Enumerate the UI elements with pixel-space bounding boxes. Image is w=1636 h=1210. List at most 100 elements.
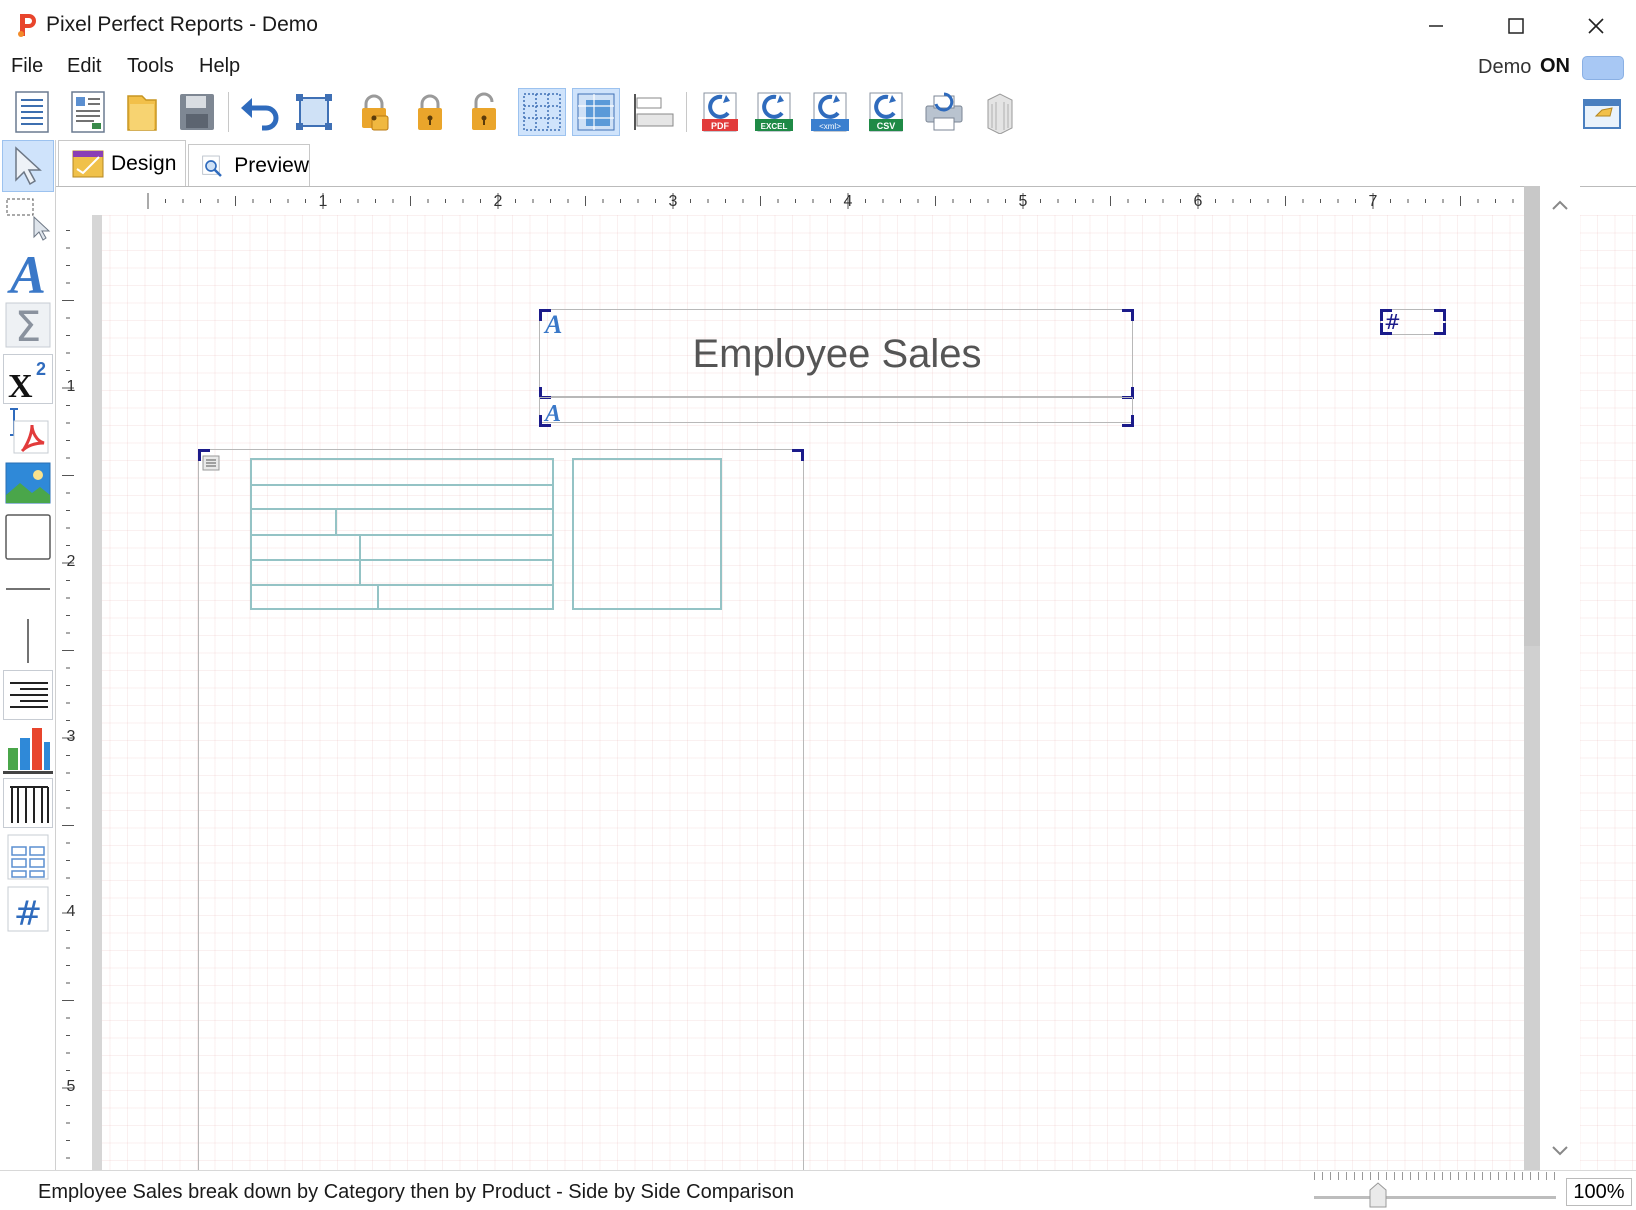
- rectangle-icon: [5, 514, 51, 560]
- demo-toggle[interactable]: [1582, 56, 1624, 80]
- ruler-v-label: 4: [67, 903, 76, 920]
- resize-icon: [296, 94, 332, 130]
- svg-text:X: X: [8, 368, 33, 403]
- lock-button[interactable]: [406, 88, 454, 136]
- report-subtitle-element[interactable]: [539, 397, 1133, 423]
- toolbar: PDF EXCEL <xml> CSV: [0, 84, 1636, 140]
- report-title: Employee Sales: [692, 332, 982, 376]
- svg-text:#: #: [1384, 311, 1401, 333]
- design-surface: 1 2 3 4 5 6 7 8 1 2 3 4 5 Employee Sales…: [56, 186, 1636, 1171]
- tab-preview-label: Preview: [234, 153, 309, 177]
- svg-text:CSV: CSV: [877, 121, 896, 131]
- new-report-icon: [15, 91, 49, 133]
- new-report-button[interactable]: [8, 88, 56, 136]
- pdf-tool[interactable]: [3, 406, 53, 456]
- zoom-slider[interactable]: [1314, 1196, 1556, 1199]
- save-button[interactable]: [172, 88, 220, 136]
- settings-button[interactable]: [1576, 88, 1628, 136]
- export-xml-icon: <xml>: [811, 92, 849, 132]
- report-properties-button[interactable]: [64, 88, 112, 136]
- svg-text:A: A: [543, 401, 561, 423]
- chart-tool[interactable]: [3, 724, 53, 774]
- ruler-h-label: 1: [319, 193, 328, 210]
- stack-button[interactable]: [976, 88, 1024, 136]
- ruler-h-label: 4: [844, 193, 853, 210]
- tab-preview[interactable]: Preview: [188, 144, 310, 186]
- export-xml-button[interactable]: <xml>: [806, 88, 854, 136]
- print-button[interactable]: [920, 88, 968, 136]
- tab-design[interactable]: Design: [58, 140, 186, 186]
- ruler-h-label: 6: [1194, 193, 1203, 210]
- svg-text:PDF: PDF: [711, 121, 730, 131]
- export-pdf-icon: PDF: [702, 92, 738, 132]
- maximize-icon: [1508, 18, 1524, 34]
- view-tabs: Design Preview: [56, 140, 1636, 186]
- menu-file[interactable]: File: [11, 55, 43, 78]
- menu-edit[interactable]: Edit: [67, 55, 101, 78]
- paragraph-icon: [10, 682, 48, 708]
- grid-table-tool[interactable]: [3, 832, 53, 882]
- grid-table-icon: [7, 834, 49, 880]
- comparison-grid[interactable]: [572, 458, 722, 610]
- vertical-line-tool[interactable]: [3, 616, 53, 666]
- magnifier-icon: [202, 155, 222, 177]
- superscript-icon: X2: [8, 359, 46, 403]
- undo-button[interactable]: [236, 88, 284, 136]
- scroll-down-icon[interactable]: [1550, 1144, 1570, 1158]
- container-icon: [202, 455, 220, 471]
- snap-grid-toggle[interactable]: [572, 88, 620, 136]
- report-title-element[interactable]: Employee Sales: [539, 309, 1133, 397]
- chart-icon: [8, 727, 50, 770]
- export-pdf-button[interactable]: PDF: [696, 88, 744, 136]
- rectangle-tool[interactable]: [3, 512, 53, 562]
- maximize-button[interactable]: [1476, 0, 1556, 52]
- resize-button[interactable]: [290, 88, 338, 136]
- vertical-line-icon: [27, 619, 29, 663]
- align-button[interactable]: [630, 88, 678, 136]
- horizontal-line-icon: [6, 588, 50, 590]
- demo-state: ON: [1540, 55, 1570, 77]
- page-number-marker-icon: #: [1384, 311, 1401, 333]
- export-csv-button[interactable]: CSV: [862, 88, 910, 136]
- svg-text:EXCEL: EXCEL: [761, 122, 788, 131]
- ruler-v-label: 3: [67, 728, 76, 745]
- menu-help[interactable]: Help: [199, 55, 240, 78]
- app-logo-icon: [18, 14, 36, 37]
- close-button[interactable]: [1556, 0, 1636, 52]
- export-excel-button[interactable]: EXCEL: [750, 88, 798, 136]
- unlock-button[interactable]: [460, 88, 508, 136]
- paragraph-tool[interactable]: [3, 670, 53, 720]
- sum-icon: Σ: [5, 302, 51, 349]
- superscript-tool[interactable]: X2: [3, 354, 53, 404]
- open-folder-icon: [127, 95, 157, 131]
- table-tool[interactable]: [3, 778, 53, 828]
- show-grid-toggle[interactable]: [518, 88, 566, 136]
- zoom-slider-thumb[interactable]: [1368, 1182, 1388, 1208]
- lock-all-icon: [362, 94, 389, 131]
- menu-tools[interactable]: Tools: [127, 55, 174, 78]
- toolbox: A Σ X2 #: [0, 140, 56, 1170]
- table-icon: [10, 786, 49, 823]
- ruler-h-label: 5: [1019, 193, 1028, 210]
- report-canvas[interactable]: Employee Sales A A #: [92, 215, 1636, 1171]
- image-tool[interactable]: [3, 458, 53, 508]
- svg-text:A: A: [543, 311, 562, 337]
- scroll-up-icon[interactable]: [1550, 198, 1570, 212]
- image-icon: [5, 462, 51, 504]
- page-number-tool[interactable]: #: [3, 884, 53, 934]
- horizontal-line-tool[interactable]: [3, 564, 53, 614]
- lock-all-button[interactable]: [352, 88, 400, 136]
- text-tool[interactable]: A: [3, 248, 53, 298]
- open-button[interactable]: [118, 88, 166, 136]
- save-icon: [180, 94, 214, 130]
- export-csv-icon: CSV: [869, 92, 903, 132]
- sum-tool[interactable]: Σ: [3, 300, 53, 350]
- marquee-select-icon: [6, 198, 51, 241]
- close-icon: [1588, 18, 1604, 34]
- zoom-level[interactable]: 100%: [1566, 1178, 1632, 1206]
- category-grid[interactable]: [250, 458, 554, 610]
- marquee-select-tool[interactable]: [3, 194, 53, 244]
- pointer-tool[interactable]: [2, 140, 54, 192]
- minimize-button[interactable]: [1396, 0, 1476, 52]
- vertical-scrollbar[interactable]: [1524, 186, 1580, 1170]
